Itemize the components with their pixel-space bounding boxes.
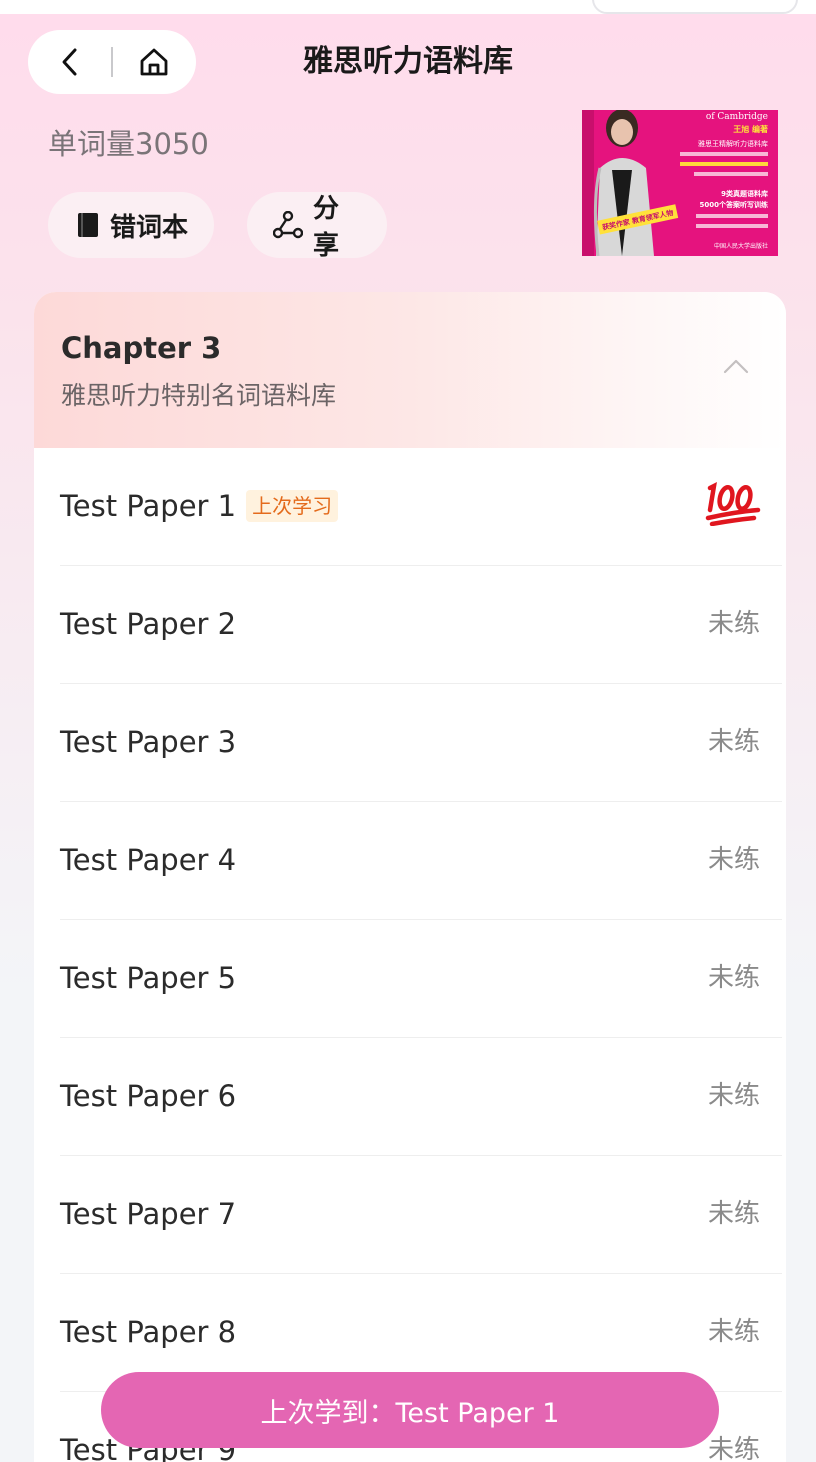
wrong-words-button[interactable]: 错词本	[48, 192, 214, 258]
paper-status: 未练	[707, 1435, 760, 1462]
book-cover[interactable]: of Cambridge 王旭 编著 雅思王精解听力语料库 9类真题语料库 50…	[582, 110, 778, 256]
page-title: 雅思听力语料库	[303, 44, 513, 79]
cover-text-top: of Cambridge	[706, 112, 768, 122]
paper-name: Test Paper 1	[60, 489, 237, 523]
notebook-icon	[76, 211, 100, 239]
paper-status: 未练	[707, 963, 760, 993]
paper-row-3[interactable]: Test Paper 3 未练	[60, 684, 782, 802]
chapter-header[interactable]: Chapter 3 雅思听力特别名词语料库	[34, 292, 786, 448]
last-studied-tag: 上次学习	[246, 490, 339, 522]
chapter-subtitle: 雅思听力特别名词语料库	[61, 381, 337, 410]
paper-status: 未练	[707, 845, 760, 875]
hundred-points-icon	[705, 482, 761, 526]
share-label: 分享	[313, 194, 340, 261]
paper-row-4[interactable]: Test Paper 4 未练	[60, 802, 782, 920]
paper-status: 未练	[707, 1317, 760, 1347]
cover-publisher: 中国人民大学出版社	[714, 242, 768, 250]
status-strip	[0, 0, 816, 14]
paper-status: 未练	[707, 609, 760, 639]
paper-row-7[interactable]: Test Paper 7 未练	[60, 1156, 782, 1274]
resume-study-button[interactable]: 上次学到：Test Paper 1	[101, 1372, 719, 1448]
paper-row-1[interactable]: Test Paper 1 上次学习	[60, 448, 782, 566]
cover-author: 王旭 编著	[733, 124, 768, 134]
paper-name: Test Paper 4	[60, 843, 237, 877]
paper-status: 未练	[707, 727, 760, 757]
paper-name-row: Test Paper 1 上次学习	[60, 486, 339, 526]
top-pill-edge	[592, 0, 798, 14]
cover-line2: 9类真题语料库	[721, 189, 768, 198]
chapter-card: Chapter 3 雅思听力特别名词语料库 Test Paper 1 上次学习	[34, 292, 786, 1462]
paper-row-2[interactable]: Test Paper 2 未练	[60, 566, 782, 684]
word-count: 单词量3050	[48, 127, 209, 161]
paper-row-5[interactable]: Test Paper 5 未练	[60, 920, 782, 1038]
chevron-up-icon[interactable]	[722, 356, 750, 376]
paper-status: 未练	[707, 1199, 760, 1229]
paper-status: 未练	[707, 1081, 760, 1111]
cover-line1: 雅思王精解听力语料库	[698, 139, 768, 148]
paper-row-6[interactable]: Test Paper 6 未练	[60, 1038, 782, 1156]
paper-name: Test Paper 5	[60, 961, 237, 995]
share-button[interactable]: 分享	[247, 192, 387, 261]
paper-name: Test Paper 2	[60, 607, 237, 641]
wrong-words-label: 错词本	[110, 212, 189, 243]
paper-name: Test Paper 3	[60, 725, 237, 759]
paper-list: Test Paper 1 上次学习 Test Paper 2 未练 Test P…	[34, 448, 786, 1462]
paper-name: Test Paper 8	[60, 1315, 237, 1349]
chapter-title: Chapter 3	[61, 331, 222, 365]
paper-name: Test Paper 7	[60, 1197, 237, 1231]
cover-line3: 5000个答案听写训练	[700, 200, 768, 209]
share-icon	[273, 211, 303, 239]
paper-name: Test Paper 6	[60, 1079, 237, 1113]
